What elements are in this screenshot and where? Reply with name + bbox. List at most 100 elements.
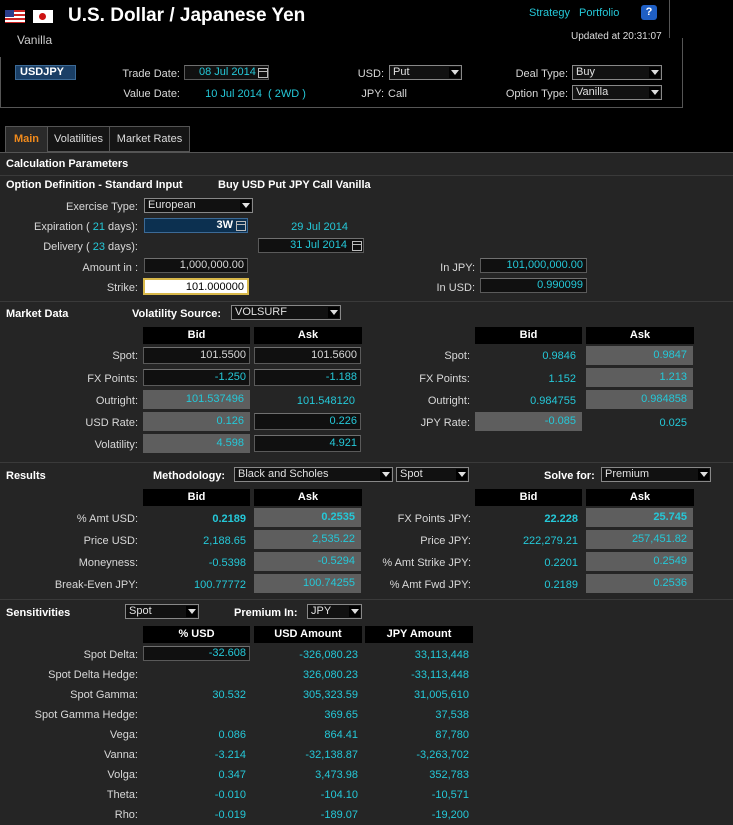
sens-row-label: Spot Delta: xyxy=(83,649,138,661)
usd-rate-ask-input[interactable]: 0.226 xyxy=(254,413,361,430)
calendar-icon[interactable] xyxy=(352,241,362,251)
chevron-down-icon xyxy=(186,606,197,617)
methodology-select[interactable]: Black and Scholes xyxy=(234,467,393,482)
sens-row-label: Vega: xyxy=(109,729,138,741)
trade-date-field[interactable]: 08 Jul 2014 xyxy=(184,65,269,80)
fx-points-ask-input[interactable]: -1.188 xyxy=(254,369,361,386)
exercise-type-select[interactable]: European xyxy=(144,198,253,213)
chevron-down-icon xyxy=(380,469,391,480)
outright-inverse-label: Outright: xyxy=(427,395,470,407)
calendar-icon[interactable] xyxy=(258,68,268,78)
in-usd-label: In USD: xyxy=(436,282,475,294)
break-even-bid: 100.77772 xyxy=(194,579,246,591)
deal-panel-topline xyxy=(0,38,683,57)
sens-usd-amount: -326,080.23 xyxy=(299,649,358,661)
sens-jpy-amount: -33,113,448 xyxy=(411,669,469,681)
tab-main[interactable]: Main xyxy=(5,126,48,153)
value-date-tenor: ( 2WD ) xyxy=(268,88,306,100)
sens-usd-amount: 369.65 xyxy=(324,709,358,721)
pct-amt-usd-ask: 0.2535 xyxy=(254,508,361,527)
volatility-label: Volatility: xyxy=(94,439,138,451)
market-right-bid-header: Bid xyxy=(475,327,582,344)
pct-amt-usd-label: % Amt USD: xyxy=(76,513,138,525)
jpy-value: Call xyxy=(388,88,407,100)
deal-type-label: Deal Type: xyxy=(515,68,568,80)
price-usd-bid: 2,188.65 xyxy=(203,535,246,547)
outright-ask-cell: 101.548120 xyxy=(296,395,355,407)
methodology-value: Black and Scholes xyxy=(238,468,329,480)
vol-source-select[interactable]: VOLSURF xyxy=(231,305,341,320)
outright-bid-cell: 101.537496 xyxy=(143,390,250,409)
break-even-ask: 100.74255 xyxy=(254,574,361,593)
exercise-type-label: Exercise Type: xyxy=(66,201,138,213)
sens-jpy-amount: 87,780 xyxy=(435,729,469,741)
pct-amt-strike-jpy-ask: 0.2549 xyxy=(586,552,693,571)
chevron-down-icon xyxy=(328,307,339,318)
sens-usd-amount: 326,080.23 xyxy=(302,669,358,681)
page-title: U.S. Dollar / Japanese Yen xyxy=(68,5,306,26)
tab-volatilities[interactable]: Volatilities xyxy=(48,126,110,152)
sens-usd-amount: 3,473.98 xyxy=(315,769,358,781)
deal-type-select[interactable]: Buy xyxy=(572,65,662,80)
spot-inverse-ask: 0.9847 xyxy=(586,346,693,365)
price-jpy-ask: 257,451.82 xyxy=(586,530,693,549)
sens-row-label: Rho: xyxy=(114,809,138,821)
currency-pair-badge[interactable]: USDJPY xyxy=(15,65,76,80)
expiration-tenor-input[interactable]: 3W xyxy=(144,218,248,233)
spot-inverse-label: Spot: xyxy=(444,350,470,362)
spot-bid-input[interactable]: 101.5500 xyxy=(143,347,250,364)
strike-input[interactable]: 101.000000 xyxy=(143,278,249,295)
fx-points-inverse-bid: 1.152 xyxy=(548,373,576,385)
calendar-icon[interactable] xyxy=(236,221,246,231)
sens-pct-usd[interactable]: -32.608 xyxy=(143,646,250,661)
usd-rate-bid-cell: 0.126 xyxy=(143,412,250,431)
outright-inverse-bid: 0.984755 xyxy=(530,395,576,407)
premium-in-select[interactable]: JPY xyxy=(307,604,362,619)
divider xyxy=(0,599,733,600)
section-results-title: Results xyxy=(6,470,46,482)
spot-ask-input[interactable]: 101.5600 xyxy=(254,347,361,364)
chevron-down-icon xyxy=(698,469,709,480)
help-icon[interactable]: ? xyxy=(641,5,657,20)
moneyness-ask: -0.5294 xyxy=(254,552,361,571)
portfolio-link[interactable]: Portfolio xyxy=(579,7,619,19)
market-left-ask-header: Ask xyxy=(254,327,362,344)
tab-market-rates[interactable]: Market Rates xyxy=(110,126,190,152)
divider xyxy=(0,301,733,302)
amount-input[interactable]: 1,000,000.00 xyxy=(144,258,248,273)
pct-amt-fwd-jpy-label: % Amt Fwd JPY: xyxy=(389,579,471,591)
sens-jpy-amount: 33,113,448 xyxy=(414,649,469,661)
fx-points-label: FX Points: xyxy=(87,373,138,385)
delivery-label: Delivery ( 23 days): xyxy=(43,241,138,253)
option-type-value: Vanilla xyxy=(576,86,609,98)
option-type-select[interactable]: Vanilla xyxy=(572,85,662,100)
expiration-tenor-value: 3W xyxy=(216,219,234,231)
sens-pct-usd: -0.010 xyxy=(214,789,246,801)
sens-jpy-amount: 31,005,610 xyxy=(413,689,469,701)
sens-row-label: Theta: xyxy=(106,789,138,801)
volatility-ask-input[interactable]: 4.921 xyxy=(254,435,361,452)
usd-put-call-select[interactable]: Put xyxy=(389,65,462,80)
fx-points-bid-input[interactable]: -1.250 xyxy=(143,369,250,386)
us-flag-icon xyxy=(5,10,25,23)
sens-row-label: Vanna: xyxy=(103,749,138,761)
amount-label: Amount in : xyxy=(82,262,138,274)
expiration-date: 29 Jul 2014 xyxy=(291,221,348,233)
delivery-date-input[interactable]: 31 Jul 2014 xyxy=(258,238,364,253)
value-date-label: Value Date: xyxy=(123,88,180,100)
solve-for-select[interactable]: Premium xyxy=(601,467,711,482)
strategy-link[interactable]: Strategy xyxy=(529,7,570,19)
vol-source-value: VOLSURF xyxy=(235,306,287,318)
sens-spot-select[interactable]: Spot xyxy=(125,604,199,619)
fx-points-inverse-label: FX Points: xyxy=(419,373,470,385)
sens-pct-usd: -3.214 xyxy=(214,749,246,761)
vol-source-label: Volatility Source: xyxy=(132,308,222,320)
results-spot-select[interactable]: Spot xyxy=(396,467,469,482)
option-type-label: Option Type: xyxy=(505,88,568,100)
moneyness-bid: -0.5398 xyxy=(208,557,246,569)
jpy-label: JPY: xyxy=(361,88,384,100)
sens-col-pct-usd: % USD xyxy=(143,626,250,643)
strike-label: Strike: xyxy=(106,282,138,294)
results-right-ask-header: Ask xyxy=(586,489,694,506)
chevron-down-icon xyxy=(649,87,660,98)
